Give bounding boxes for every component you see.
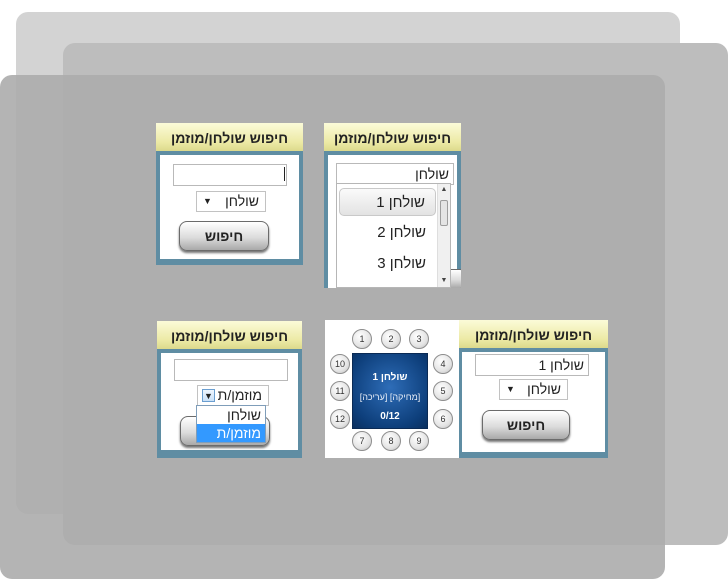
- table-map: 1 2 3 4 5 6 7 8 9 10 11 12 שולחן 1 [מחיק…: [325, 320, 459, 458]
- search-widget-result: חיפוש שולחן/מוזמן שולחן 1 שולחן ▼ חיפוש: [459, 320, 608, 458]
- seat[interactable]: 7: [352, 431, 372, 451]
- search-type-select[interactable]: שולחן ▼: [499, 379, 568, 400]
- dropdown-option[interactable]: שולחן 3: [339, 250, 436, 278]
- chevron-down-icon: ▼: [203, 196, 212, 206]
- widget-body: שולחן ▼ חיפוש: [160, 155, 299, 259]
- search-input[interactable]: [173, 164, 287, 186]
- search-type-value: שולחן: [225, 193, 259, 209]
- table-block[interactable]: שולחן 1 [מחיקה] [עריכה] 0/12: [352, 353, 428, 429]
- dropdown-scrollbar[interactable]: ▲ ▼: [437, 184, 450, 287]
- search-type-value: מוזמן/ת: [217, 387, 262, 403]
- dropdown-option[interactable]: שולחן 1: [339, 188, 436, 216]
- search-widget-empty: חיפוש שולחן/מוזמן שולחן ▼ חיפוש: [156, 123, 303, 265]
- seat[interactable]: 9: [409, 431, 429, 451]
- seat[interactable]: 4: [433, 354, 453, 374]
- search-widget-autocomplete: חיפוש שולחן/מוזמן שולחן שולחן 1 שולחן 2 …: [324, 123, 461, 288]
- widget-title: חיפוש שולחן/מוזמן: [324, 123, 461, 153]
- widget-title: חיפוש שולחן/מוזמן: [156, 123, 303, 153]
- search-input[interactable]: שולחן 1: [475, 354, 589, 376]
- seat[interactable]: 10: [330, 354, 350, 374]
- chevron-down-icon[interactable]: ▼: [202, 389, 215, 402]
- seat[interactable]: 1: [352, 329, 372, 349]
- widget-body: שולחן 1 שולחן ▼ חיפוש: [462, 352, 605, 452]
- widget-title: חיפוש שולחן/מוזמן: [157, 321, 302, 351]
- search-input[interactable]: שולחן: [336, 163, 454, 185]
- search-type-value: שולחן: [527, 381, 561, 397]
- scroll-up-arrow-icon[interactable]: ▲: [438, 184, 450, 196]
- widget-title: חיפוש שולחן/מוזמן: [459, 320, 608, 350]
- search-type-select[interactable]: שולחן ▼: [196, 191, 266, 212]
- search-button[interactable]: חיפוש: [482, 410, 570, 440]
- search-button[interactable]: חיפוש: [179, 221, 269, 251]
- scrollbar-thumb[interactable]: [440, 200, 448, 226]
- table-actions[interactable]: [מחיקה] [עריכה]: [353, 392, 427, 402]
- option-guest[interactable]: מוזמן/ת: [197, 424, 265, 442]
- seat[interactable]: 2: [381, 329, 401, 349]
- scroll-down-arrow-icon[interactable]: ▼: [438, 275, 450, 287]
- table-name: שולחן 1: [372, 372, 408, 383]
- seat[interactable]: 8: [381, 431, 401, 451]
- dropdown-option[interactable]: שולחן 2: [339, 219, 436, 247]
- search-input[interactable]: [174, 359, 288, 381]
- seat[interactable]: 5: [433, 381, 453, 401]
- seat[interactable]: 12: [330, 409, 350, 429]
- search-type-options[interactable]: שולחן מוזמן/ת: [196, 405, 266, 443]
- seat[interactable]: 6: [433, 409, 453, 429]
- table-guest-count: 0/12: [380, 411, 400, 422]
- search-type-select[interactable]: מוזמן/ת ▼: [197, 385, 269, 406]
- screenshot-stage: חיפוש שולחן/מוזמן שולחן ▼ חיפוש חיפוש שו…: [0, 0, 728, 584]
- seat[interactable]: 11: [330, 381, 350, 401]
- option-table[interactable]: שולחן: [197, 406, 265, 424]
- search-widget-guest-select: חיפוש שולחן/מוזמן מוזמן/ת ▼ שולחן מוזמן/…: [157, 321, 302, 458]
- autocomplete-dropdown[interactable]: שולחן 1 שולחן 2 שולחן 3 ▲ ▼: [336, 183, 451, 288]
- seat[interactable]: 3: [409, 329, 429, 349]
- chevron-down-icon: ▼: [506, 384, 515, 394]
- text-cursor: [284, 167, 285, 181]
